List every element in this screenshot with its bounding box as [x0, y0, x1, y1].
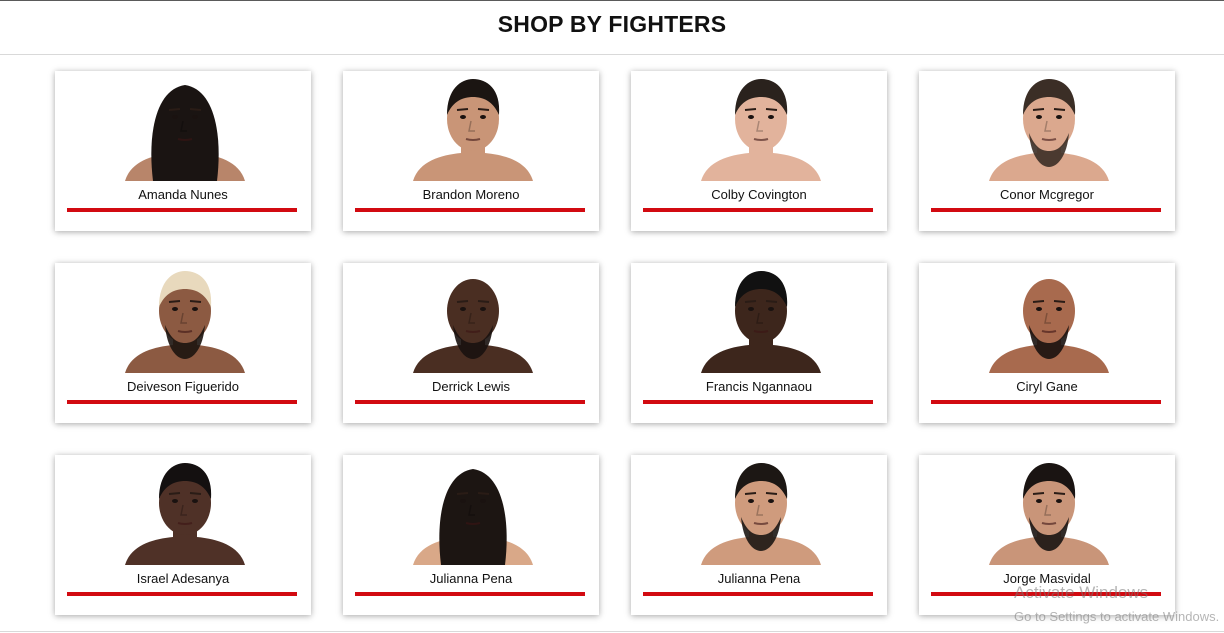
fighter-photo [981, 71, 1117, 181]
fighter-underline [355, 592, 585, 596]
fighter-photo [405, 71, 541, 181]
fighter-name: Derrick Lewis [431, 379, 510, 394]
fighter-underline [67, 592, 297, 596]
fighter-card[interactable]: Colby Covington [631, 71, 887, 231]
fighter-name: Ciryl Gane [1016, 379, 1078, 394]
fighter-photo [693, 455, 829, 565]
fighter-photo [405, 455, 541, 565]
fighter-portrait-image [981, 71, 1117, 181]
fighter-underline [643, 592, 873, 596]
fighter-card[interactable]: Julianna Pena [343, 455, 599, 615]
fighter-underline [355, 400, 585, 404]
fighter-portrait-image [117, 455, 253, 565]
fighter-photo [117, 71, 253, 181]
fighter-photo [405, 263, 541, 373]
fighter-card[interactable]: Julianna Pena [631, 455, 887, 615]
fighter-photo [981, 263, 1117, 373]
windows-activation-watermark: Activate Windows Go to Settings to activ… [1014, 583, 1219, 624]
fighter-card[interactable]: Deiveson Figuerido [55, 263, 311, 423]
fighter-underline [67, 400, 297, 404]
fighter-portrait-image [117, 263, 253, 373]
fighter-name: Israel Adesanya [136, 571, 230, 586]
fighter-card[interactable]: Conor Mcgregor [919, 71, 1175, 231]
fighter-underline [355, 208, 585, 212]
fighter-portrait-image [693, 455, 829, 565]
fighter-photo [117, 455, 253, 565]
fighter-card[interactable]: Amanda Nunes [55, 71, 311, 231]
header: SHOP BY FIGHTERS [0, 1, 1224, 55]
fighter-name: Conor Mcgregor [1000, 187, 1094, 202]
fighter-card[interactable]: Derrick Lewis [343, 263, 599, 423]
fighter-card[interactable]: Israel Adesanya [55, 455, 311, 615]
fighter-portrait-image [405, 455, 541, 565]
fighter-portrait-image [981, 455, 1117, 565]
fighter-portrait-image [405, 71, 541, 181]
fighter-name: Colby Covington [711, 187, 807, 202]
fighter-portrait-image [693, 71, 829, 181]
fighter-photo [117, 263, 253, 373]
fighter-portrait-image [405, 263, 541, 373]
fighter-underline [67, 208, 297, 212]
watermark-subtitle: Go to Settings to activate Windows. [1014, 609, 1220, 624]
fighter-grid: Amanda Nunes Brandon Moreno Colby Coving… [55, 71, 1176, 616]
fighter-photo [693, 71, 829, 181]
fighter-card[interactable]: Ciryl Gane [919, 263, 1175, 423]
fighter-name: Deiveson Figuerido [126, 379, 239, 394]
bottom-rule [0, 631, 1224, 632]
fighter-name: Brandon Moreno [422, 187, 520, 202]
page-title: SHOP BY FIGHTERS [497, 11, 727, 37]
fighter-underline [931, 208, 1161, 212]
fighter-photo [981, 455, 1117, 565]
watermark-title: Activate Windows [1014, 583, 1149, 602]
fighter-underline [931, 400, 1161, 404]
fighter-photo [693, 263, 829, 373]
fighter-portrait-image [981, 263, 1117, 373]
fighter-portrait-image [117, 71, 253, 181]
fighter-underline [643, 400, 873, 404]
fighter-name: Julianna Pena [717, 571, 801, 586]
fighter-portrait-image [693, 263, 829, 373]
fighter-card[interactable]: Brandon Moreno [343, 71, 599, 231]
fighter-name: Francis Ngannaou [705, 379, 813, 394]
fighter-name: Amanda Nunes [138, 187, 228, 202]
fighter-card[interactable]: Francis Ngannaou [631, 263, 887, 423]
fighter-name: Julianna Pena [429, 571, 513, 586]
fighter-underline [643, 208, 873, 212]
